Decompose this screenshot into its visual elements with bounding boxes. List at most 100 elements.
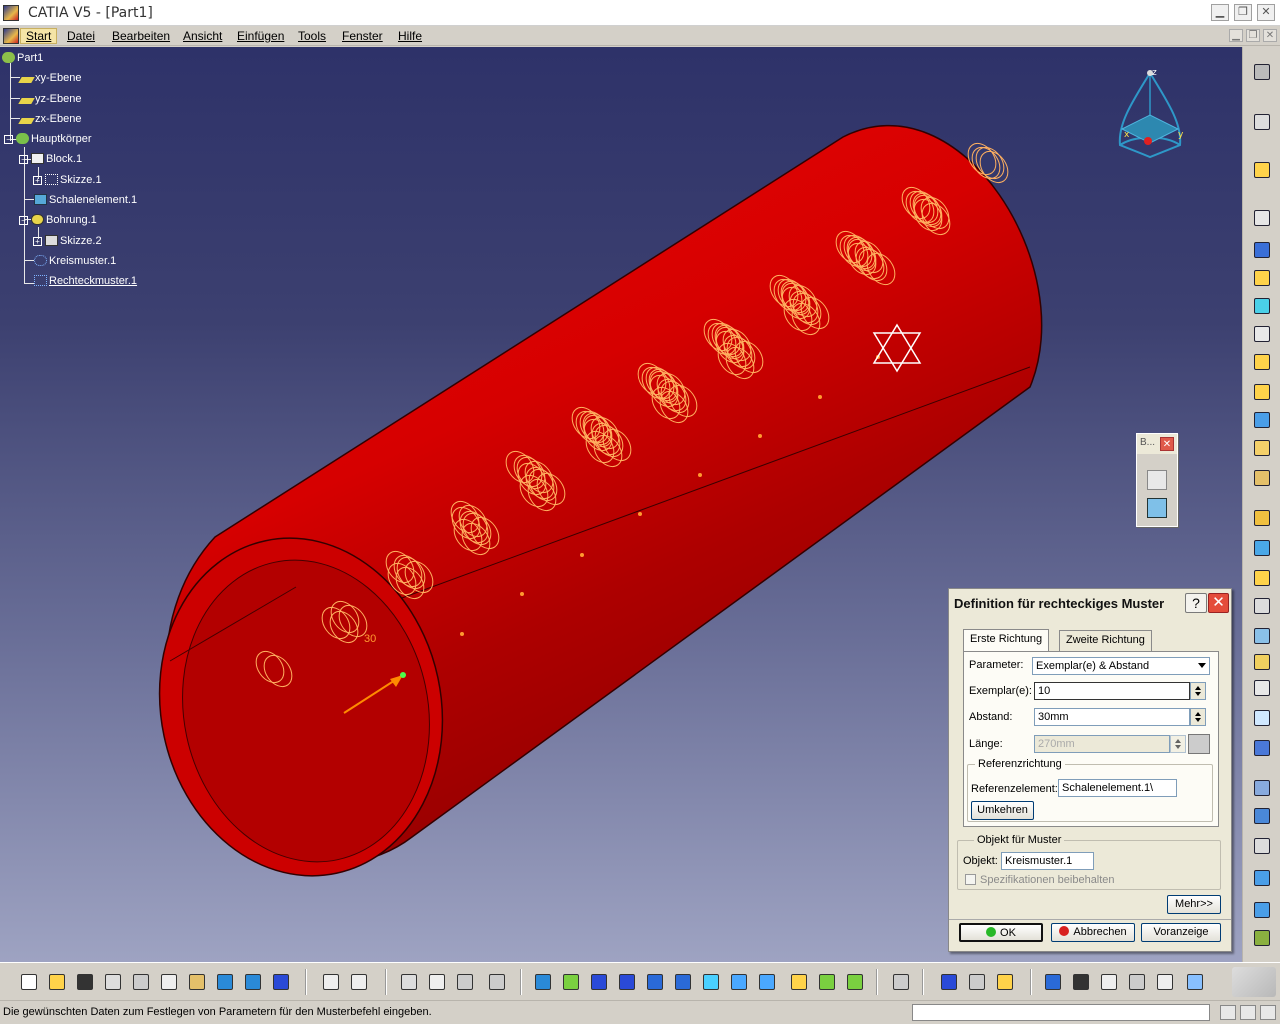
menu-hilfe[interactable]: Hilfe (393, 28, 427, 44)
tool-icon[interactable] (1251, 777, 1273, 799)
normal-view-icon[interactable] (700, 971, 722, 993)
expand-icon[interactable]: + (33, 237, 42, 246)
swap-icon[interactable] (816, 971, 838, 993)
tool-icon[interactable] (1251, 323, 1273, 345)
more-button[interactable]: Mehr>> (1167, 895, 1221, 914)
cylinder-part[interactable] (129, 124, 1043, 903)
tool-icon[interactable] (1251, 677, 1273, 699)
tool-icon[interactable] (1251, 467, 1273, 489)
menu-tools[interactable]: Tools (293, 28, 331, 44)
cut-icon[interactable] (130, 971, 152, 993)
tool-icon[interactable] (1251, 239, 1273, 261)
tool-icon[interactable] (1251, 835, 1273, 857)
tool-icon[interactable] (1251, 899, 1273, 921)
tool-icon[interactable] (1251, 805, 1273, 827)
tree-item-skizze2[interactable]: + Skizze.2 (33, 234, 102, 248)
menu-einfuegen[interactable]: Einfügen (232, 28, 289, 44)
tree-item-hauptkoerper[interactable]: − Hauptkörper (4, 132, 92, 146)
table-icon[interactable] (398, 971, 420, 993)
catalog-icon[interactable] (890, 971, 912, 993)
menu-datei[interactable]: Datei (62, 28, 100, 44)
whats-this-icon[interactable] (270, 971, 292, 993)
tool-icon[interactable] (1251, 595, 1273, 617)
tool-icon[interactable] (1251, 507, 1273, 529)
tree-item-yz-plane[interactable]: yz-Ebene (18, 92, 81, 106)
rotate-icon[interactable] (616, 971, 638, 993)
tool-icon[interactable] (1251, 707, 1273, 729)
fit-all-icon[interactable] (560, 971, 582, 993)
spacing-input[interactable]: 30mm (1034, 708, 1190, 726)
instances-spinner[interactable] (1190, 682, 1206, 700)
formula-icon[interactable] (320, 971, 342, 993)
new-file-icon[interactable] (18, 971, 40, 993)
tree-item-schalenelement1[interactable]: Schalenelement.1 (34, 193, 137, 207)
object-input[interactable]: Kreismuster.1 (1001, 852, 1094, 870)
tool-icon[interactable] (1251, 737, 1273, 759)
axis-icon[interactable] (1070, 971, 1092, 993)
tool-icon[interactable] (1251, 381, 1273, 403)
undo-icon[interactable] (214, 971, 236, 993)
preview-button[interactable]: Voranzeige (1141, 923, 1221, 942)
measure-icon[interactable] (938, 971, 960, 993)
doc-restore-button[interactable]: ❐ (1246, 29, 1260, 42)
menu-ansicht[interactable]: Ansicht (178, 28, 227, 44)
tool-icon[interactable] (1251, 437, 1273, 459)
command-input[interactable] (912, 1004, 1210, 1021)
parameter-select[interactable]: Exemplar(e) & Abstand (1032, 657, 1210, 675)
analysis-icon[interactable] (1184, 971, 1206, 993)
tool-icon[interactable] (1251, 159, 1273, 181)
reference-element-input[interactable]: Schalenelement.1\ (1058, 779, 1177, 797)
pan-icon[interactable] (588, 971, 610, 993)
restore-button[interactable]: ❐ (1234, 4, 1252, 21)
doc-minimize-button[interactable]: ▁ (1229, 29, 1243, 42)
tab-second-direction[interactable]: Zweite Richtung (1059, 630, 1152, 651)
ok-button[interactable]: OK (959, 923, 1043, 942)
tree-item-kreismuster1[interactable]: Kreismuster.1 (34, 254, 116, 268)
body-tool-icon[interactable] (1147, 498, 1167, 518)
dialog-close-button[interactable]: ✕ (1208, 593, 1229, 613)
graph-icon[interactable] (426, 971, 448, 993)
shading-icon[interactable] (756, 971, 778, 993)
menu-start[interactable]: Start (20, 28, 58, 44)
collapse-icon[interactable]: − (19, 155, 28, 164)
floating-toolbar[interactable]: B... ✕ (1136, 433, 1178, 527)
tool-icon[interactable] (1251, 351, 1273, 373)
tool-icon[interactable] (1251, 567, 1273, 589)
zoom-in-icon[interactable] (644, 971, 666, 993)
paste-icon[interactable] (186, 971, 208, 993)
menu-fenster[interactable]: Fenster (337, 28, 388, 44)
tool-icon[interactable] (1251, 295, 1273, 317)
chevron-down-icon[interactable] (1198, 663, 1206, 668)
boolean-icon[interactable] (1147, 470, 1167, 490)
grid-icon[interactable] (1098, 971, 1120, 993)
status-toggle-icon[interactable] (1240, 1005, 1256, 1020)
tree-item-zx-plane[interactable]: zx-Ebene (18, 112, 81, 126)
zoom-out-icon[interactable] (672, 971, 694, 993)
hide-show-icon[interactable] (788, 971, 810, 993)
tool-icon[interactable] (1251, 651, 1273, 673)
tree-item-xy-plane[interactable]: xy-Ebene (18, 71, 81, 85)
status-toggle-icon[interactable] (1260, 1005, 1276, 1020)
collapse-icon[interactable]: − (19, 216, 28, 225)
tool-icon[interactable] (1251, 927, 1273, 949)
redo-icon[interactable] (242, 971, 264, 993)
param-icon[interactable] (486, 971, 508, 993)
tool-icon[interactable] (1251, 867, 1273, 889)
catia-app-icon[interactable] (3, 5, 19, 21)
tab-first-direction[interactable]: Erste Richtung (963, 629, 1050, 652)
document-icon[interactable] (3, 28, 19, 44)
material-icon[interactable] (844, 971, 866, 993)
dialog-help-button[interactable]: ? (1185, 593, 1207, 613)
compass-widget[interactable]: z x y (1110, 65, 1190, 165)
reverse-button[interactable]: Umkehren (971, 801, 1034, 820)
minimize-button[interactable]: ▁ (1211, 4, 1229, 21)
close-button[interactable]: ✕ (1257, 4, 1275, 21)
tool-icon[interactable] (1251, 537, 1273, 559)
save-icon[interactable] (74, 971, 96, 993)
status-toggle-icon[interactable] (1220, 1005, 1236, 1020)
snap-icon[interactable] (1042, 971, 1064, 993)
constraint-icon[interactable] (1154, 971, 1176, 993)
spacing-spinner[interactable] (1190, 708, 1206, 726)
measure-tool-icon[interactable] (1188, 734, 1210, 754)
tree-item-bohrung1[interactable]: − Bohrung.1 (19, 213, 97, 227)
